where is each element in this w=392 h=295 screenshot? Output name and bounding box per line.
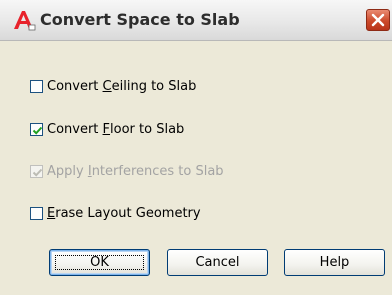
help-button[interactable]: Help <box>284 249 385 276</box>
convert-ceiling-checkbox[interactable] <box>30 79 43 93</box>
close-icon <box>371 13 385 27</box>
convert-space-to-slab-dialog: Convert Space to Slab Convert Ceiling to… <box>0 0 392 295</box>
close-button[interactable] <box>366 9 390 31</box>
erase-layout-geometry-checkbox[interactable] <box>30 206 43 220</box>
apply-interferences-label: Apply Interferences to Slab <box>47 163 224 179</box>
checkmark-icon <box>32 168 43 177</box>
convert-ceiling-option[interactable]: Convert Ceiling to Slab <box>30 78 196 94</box>
autocad-a-icon <box>12 9 36 31</box>
focus-ring <box>55 255 144 270</box>
dialog-title: Convert Space to Slab <box>40 10 240 29</box>
convert-floor-option[interactable]: Convert Floor to Slab <box>30 121 184 137</box>
erase-layout-geometry-label: Erase Layout Geometry <box>47 205 201 221</box>
convert-floor-label: Convert Floor to Slab <box>47 121 185 137</box>
erase-layout-geometry-option[interactable]: Erase Layout Geometry <box>30 205 201 221</box>
ok-button[interactable]: OK <box>49 249 150 276</box>
cancel-button[interactable]: Cancel <box>167 249 268 276</box>
apply-interferences-checkbox <box>30 164 43 178</box>
apply-interferences-option: Apply Interferences to Slab <box>30 163 224 179</box>
checkmark-icon <box>32 126 43 135</box>
convert-floor-checkbox[interactable] <box>30 122 43 136</box>
title-bar[interactable]: Convert Space to Slab <box>0 0 392 41</box>
convert-ceiling-label: Convert Ceiling to Slab <box>47 78 197 94</box>
